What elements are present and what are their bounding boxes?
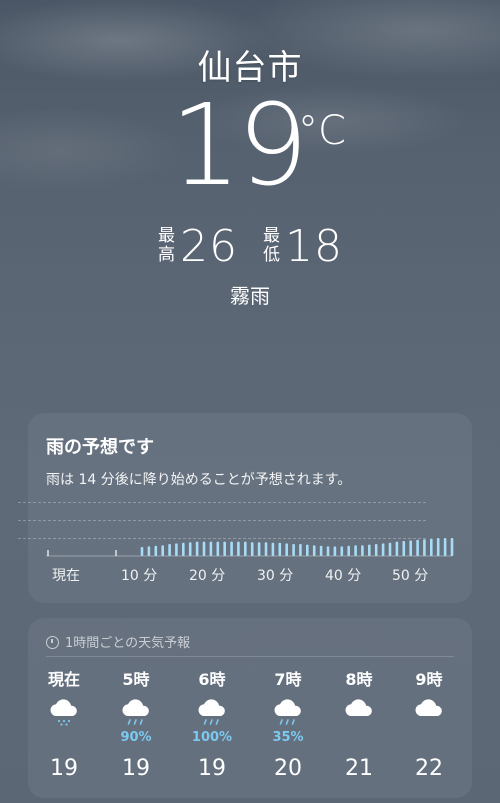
hour-time: 9時 [415, 670, 443, 689]
clock-icon [46, 636, 59, 649]
high-label: 最高 [158, 226, 175, 265]
chart-gridline [18, 538, 426, 539]
precip-chance [324, 730, 394, 746]
hourly-item: 5時 90% 19 [101, 666, 171, 781]
hour-temperature: 19 [50, 756, 78, 781]
cloud-icon [394, 696, 464, 730]
rain-axis-label: 20 分 [189, 568, 226, 584]
hour-time: 5時 [122, 670, 150, 689]
hour-time: 8時 [345, 670, 373, 689]
hourly-item: 現在 19 [29, 666, 99, 781]
precip-chance: 35% [272, 730, 304, 745]
divider [46, 656, 454, 657]
precip-chance: 100% [191, 730, 233, 745]
rain-axis-label: 現在 [52, 568, 80, 584]
high-value: 26 [180, 220, 238, 272]
hour-temperature: 20 [274, 756, 302, 781]
current-temperature: 19 [170, 81, 309, 211]
hourly-item: 7時 35% 20 [253, 666, 323, 781]
hourly-forecast-card[interactable]: 1時間ごとの天気予報 現在 19 5時 90% 19 6時 100% 19 7時 35% 20 8時 2… [28, 618, 472, 798]
precip-chance: 90% [120, 730, 152, 745]
chart-gridline [18, 520, 426, 521]
hourly-item: 6時 100% 19 [177, 666, 247, 781]
hour-temperature: 22 [415, 756, 443, 781]
rain-cloud-icon [253, 696, 323, 730]
temperature-unit: °C [298, 108, 346, 154]
precip-chance [394, 730, 464, 746]
hourly-item: 8時 21 [324, 666, 394, 781]
rain-axis-label: 10 分 [121, 568, 158, 584]
drizzle-cloud-icon [29, 696, 99, 730]
hour-temperature: 21 [345, 756, 373, 781]
hour-time: 6時 [198, 670, 226, 689]
low-label: 最低 [263, 226, 280, 265]
rain-card-title: 雨の予想です [46, 437, 154, 458]
chart-gridline [18, 502, 426, 503]
hour-temperature: 19 [198, 756, 226, 781]
weather-condition: 霧雨 [230, 284, 270, 308]
rain-cloud-icon [101, 696, 171, 730]
low-value: 18 [285, 220, 343, 272]
precip-chance [29, 730, 99, 746]
hour-time: 7時 [274, 670, 302, 689]
hourly-header: 1時間ごとの天気予報 [46, 632, 190, 651]
hour-time: 現在 [47, 670, 80, 689]
hourly-header-text: 1時間ごとの天気予報 [65, 636, 191, 651]
rain-axis-label: 50 分 [392, 568, 429, 584]
high-low: 最高 26 最低 18 [0, 218, 500, 272]
rain-cloud-icon [177, 696, 247, 730]
rain-axis-label: 30 分 [257, 568, 294, 584]
rain-axis-label: 40 分 [325, 568, 362, 584]
rain-card-description: 雨は 14 分後に降り始めることが予想されます。 [46, 472, 352, 488]
hourly-item: 9時 22 [394, 666, 464, 781]
hour-temperature: 19 [122, 756, 150, 781]
cloud-icon [324, 696, 394, 730]
